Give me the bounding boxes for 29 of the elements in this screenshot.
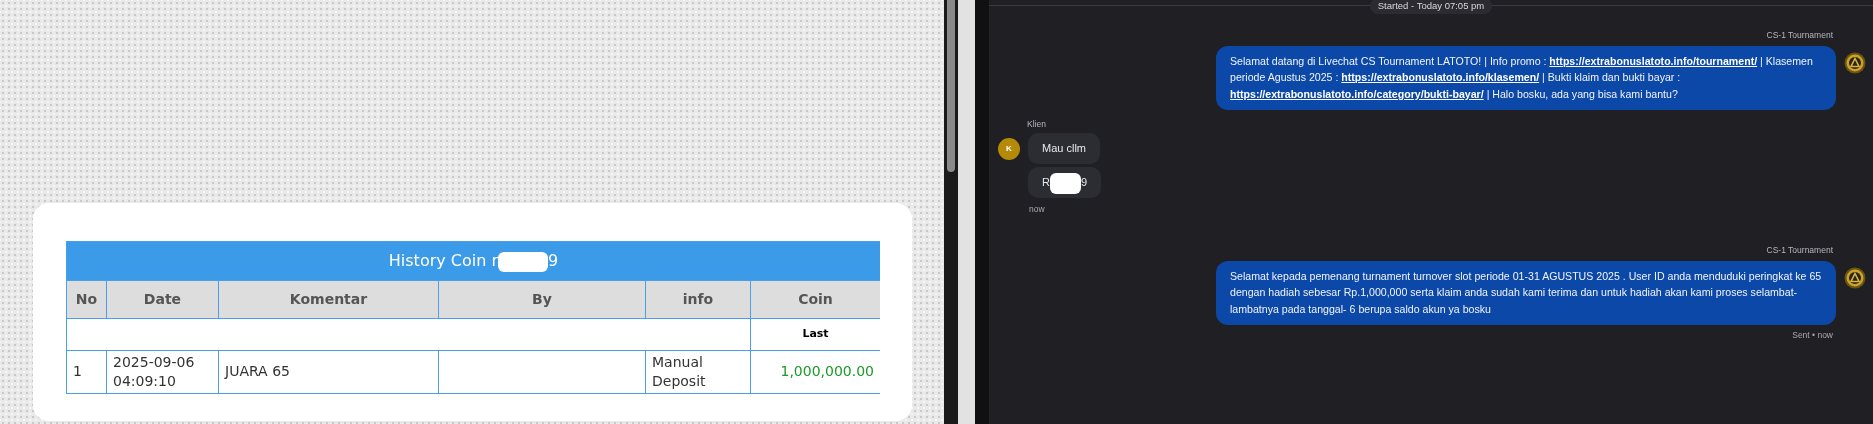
message-time: now [1029, 203, 1046, 216]
agent-avatar-icon [1844, 266, 1866, 289]
message-link[interactable]: https://extrabonuslatoto.info/tournament/ [1549, 54, 1758, 67]
table-cell: JUARA 65 [218, 350, 439, 394]
redaction-mark [1049, 172, 1081, 194]
column-header: No [66, 280, 107, 319]
client-avatar: K [998, 138, 1020, 160]
message-bubble: Selamat kepada pemenang turnament turnover slot periode 01-31 AGUSTUS 2025 . User ID anda menduduki peringkat ke 65 dengan hadiah sebesar Rp.1,000,000 serta klaim anda sudah kami terima dan untuk hadiah akan kami proses selambat-lambatnya pada tanggal- 6 berupa saldo akun ya bosku [1216, 260, 1836, 325]
column-header: Komentar [218, 280, 439, 319]
column-header: Date [106, 280, 219, 319]
table-cell: 1 [66, 350, 107, 394]
message-link[interactable]: https://extrabonuslatoto.info/category/bukti-bayar/ [1230, 87, 1484, 100]
table-cell: 2025-09-06 04:09:10 [106, 350, 219, 394]
column-header: info [645, 280, 751, 319]
message-bubble: R 9 [1028, 167, 1102, 198]
message-bubble: Selamat datang di Livechat CS Tournament LATOTO! | Info promo : https://extrabonuslatoto.info/tournament/ | Klasemen periode Agustus 2025 : https://extrabonuslatoto.info/klasemen/ | Bukti klaim dan bukti bayar : https://extrabonuslatoto.info/category/bukti-bayar/ | Halo bosku, ada yang bisa kami bantu? [1216, 45, 1836, 111]
message-status: Sent • now [1792, 329, 1833, 342]
column-header: Coin [750, 280, 880, 319]
column-header: By [438, 280, 646, 319]
sender-name: CS-1 Tournament [1766, 29, 1833, 42]
table-title: History Coin r 9 [66, 241, 880, 281]
sender-name: CS-1 Tournament [1766, 243, 1833, 257]
agent-avatar-icon [1844, 51, 1866, 74]
sender-name: Klien [1027, 118, 1047, 131]
message-link[interactable]: https://extrabonuslatoto.info/klasemen/ [1341, 71, 1540, 84]
message-bubble: Mau cllm [1028, 133, 1100, 164]
redaction-mark [498, 251, 548, 272]
table-cell: Manual Deposit [645, 350, 751, 394]
session-start-label: Started - Today 07:05 pm [1369, 0, 1493, 14]
